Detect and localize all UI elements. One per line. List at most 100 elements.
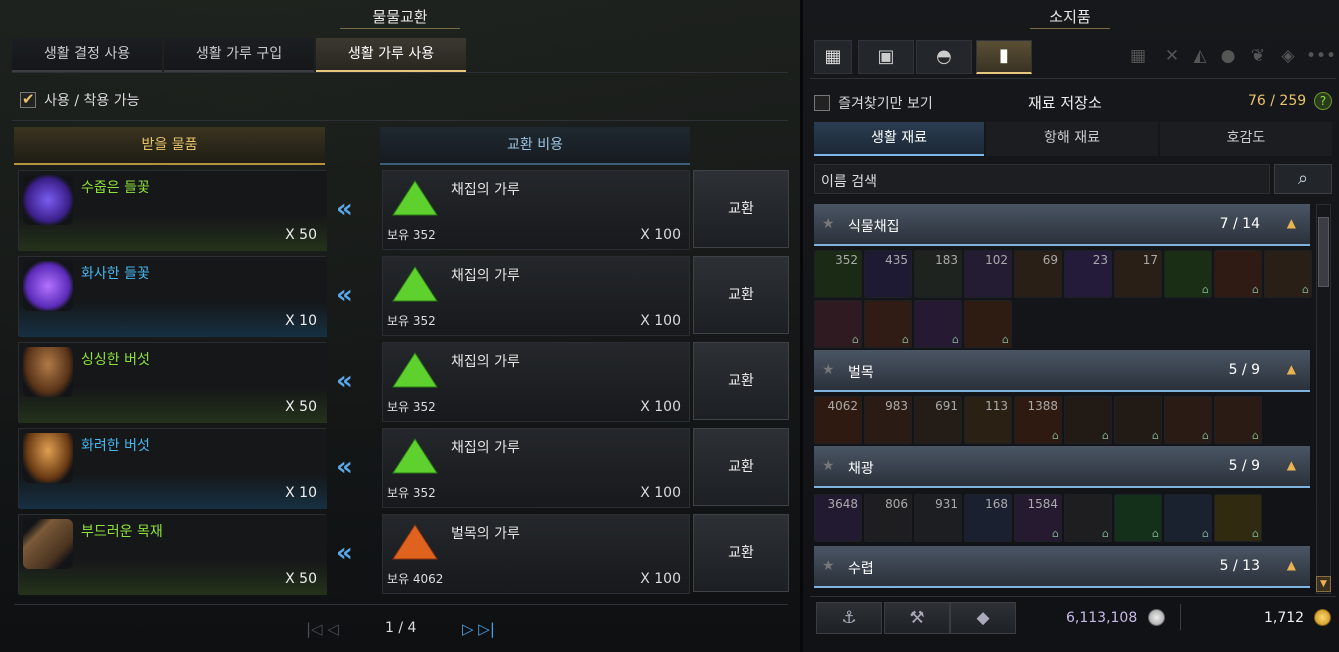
- material-slot[interactable]: 17: [1114, 250, 1162, 298]
- material-slot[interactable]: ⌂: [1064, 396, 1112, 444]
- material-slot[interactable]: ⌂: [864, 300, 912, 348]
- item-qty: X 10: [285, 313, 317, 329]
- scrollbar-thumb[interactable]: [1318, 217, 1329, 287]
- material-slot[interactable]: ⌂: [1214, 396, 1262, 444]
- gem-icon[interactable]: ◆: [950, 602, 1016, 634]
- material-slot[interactable]: ⌂: [1214, 250, 1262, 298]
- tab-crystal-use[interactable]: 생활 결정 사용: [12, 38, 162, 72]
- material-slot[interactable]: ⌂: [1214, 494, 1262, 542]
- material-slot[interactable]: 691: [914, 396, 962, 444]
- tab-sailing-materials[interactable]: 항해 재료: [986, 122, 1158, 156]
- material-slot[interactable]: 102: [964, 250, 1012, 298]
- material-slot[interactable]: 69: [1014, 250, 1062, 298]
- silver-coin-icon: [1148, 609, 1165, 626]
- material-slot[interactable]: ⌂: [964, 300, 1012, 348]
- weapon-filter-icon[interactable]: ✕: [1162, 46, 1182, 66]
- bag-tab[interactable]: ▣: [858, 40, 914, 74]
- exchange-button[interactable]: 교환: [693, 170, 789, 248]
- exchange-cost-header: 교환 비용: [380, 127, 690, 165]
- cost-name: 채집의 가루: [451, 440, 520, 456]
- material-book-tab[interactable]: ▮: [976, 40, 1032, 74]
- collapse-icon[interactable]: ▲: [1287, 458, 1296, 472]
- receive-item[interactable]: 수줍은 들꽃 X 50: [18, 170, 327, 251]
- material-slot[interactable]: 168: [964, 494, 1012, 542]
- exchange-arrow-icon: «: [336, 194, 353, 224]
- exchange-arrow-icon: «: [336, 452, 353, 482]
- tab-powder-buy[interactable]: 생활 가루 구입: [164, 38, 314, 72]
- grid-view-tab[interactable]: ▦: [814, 40, 852, 74]
- scrollbar[interactable]: [1316, 204, 1331, 594]
- help-icon[interactable]: ?: [1314, 92, 1332, 110]
- gear-tab[interactable]: ◓: [916, 40, 972, 74]
- collapse-icon[interactable]: ▲: [1287, 362, 1296, 376]
- grid-filter-icon[interactable]: ▦: [1128, 46, 1148, 66]
- material-slot[interactable]: 806: [864, 494, 912, 542]
- material-slot[interactable]: ⌂: [914, 300, 962, 348]
- armor-filter-icon[interactable]: ◭: [1190, 46, 1210, 66]
- category-plant-gathering[interactable]: ★ 식물채집 7 / 14 ▲: [814, 204, 1310, 246]
- material-slot[interactable]: 3648: [814, 494, 862, 542]
- search-input[interactable]: 이름 검색: [814, 164, 1270, 194]
- category-logging[interactable]: ★ 벌목 5 / 9 ▲: [814, 350, 1310, 392]
- favorites-filter[interactable]: 즐겨찾기만 보기: [814, 93, 933, 113]
- last-page-icon[interactable]: ▷ ▷|: [462, 620, 495, 638]
- material-slot[interactable]: 435: [864, 250, 912, 298]
- receive-item[interactable]: 화려한 버섯 X 10: [18, 428, 327, 509]
- receive-item[interactable]: 싱싱한 버섯 X 50: [18, 342, 327, 423]
- star-icon[interactable]: ★: [822, 458, 835, 474]
- first-page-icon[interactable]: |◁ ◁: [306, 620, 339, 638]
- exchange-row: 수줍은 들꽃 X 50 « 채집의 가루 보유 352 X 100 교환: [18, 170, 790, 251]
- category-mining[interactable]: ★ 채광 5 / 9 ▲: [814, 446, 1310, 488]
- material-slot[interactable]: 983: [864, 396, 912, 444]
- more-icon[interactable]: •••: [1306, 46, 1336, 66]
- material-slot[interactable]: ⌂: [1264, 250, 1312, 298]
- category-name: 벌목: [848, 365, 874, 381]
- exchange-button[interactable]: 교환: [693, 342, 789, 420]
- exchange-button[interactable]: 교환: [693, 428, 789, 506]
- collapse-icon[interactable]: ▲: [1287, 216, 1296, 230]
- trident-icon[interactable]: ⚓: [816, 602, 882, 634]
- usable-checkbox[interactable]: [20, 90, 36, 108]
- material-slot[interactable]: 183: [914, 250, 962, 298]
- star-icon[interactable]: ★: [822, 558, 835, 574]
- exchange-button[interactable]: 교환: [693, 514, 789, 592]
- cards-filter-icon[interactable]: ◈: [1278, 46, 1298, 66]
- category-count: 5 / 13: [1219, 558, 1260, 574]
- exchange-row: 싱싱한 버섯 X 50 « 채집의 가루 보유 352 X 100 교환: [18, 342, 790, 423]
- tab-affinity[interactable]: 호감도: [1160, 122, 1332, 156]
- cost-name: 벌목의 가루: [451, 526, 520, 542]
- material-slot[interactable]: 1388 ⌂: [1014, 396, 1062, 444]
- material-slot[interactable]: ⌂: [814, 300, 862, 348]
- usable-filter[interactable]: 사용 / 착용 가능: [20, 90, 140, 110]
- exchange-button[interactable]: 교환: [693, 256, 789, 334]
- tab-powder-use[interactable]: 생활 가루 사용: [316, 38, 466, 72]
- exchange-row: 화려한 버섯 X 10 « 채집의 가루 보유 352 X 100 교환: [18, 428, 790, 509]
- star-icon[interactable]: ★: [822, 362, 835, 378]
- material-slot[interactable]: ⌂: [1114, 396, 1162, 444]
- material-slot[interactable]: ⌂: [1164, 396, 1212, 444]
- material-slot[interactable]: 23: [1064, 250, 1112, 298]
- category-hunting[interactable]: ★ 수렵 5 / 13 ▲: [814, 546, 1310, 588]
- material-slot[interactable]: 113: [964, 396, 1012, 444]
- search-icon[interactable]: ⌕: [1274, 164, 1332, 194]
- collapse-icon[interactable]: ▲: [1287, 558, 1296, 572]
- receive-item[interactable]: 화사한 들꽃 X 10: [18, 256, 327, 337]
- material-slot[interactable]: ⌂: [1114, 494, 1162, 542]
- tab-life-materials[interactable]: 생활 재료: [814, 122, 984, 156]
- favorites-checkbox[interactable]: [814, 95, 830, 111]
- material-slot[interactable]: 352: [814, 250, 862, 298]
- material-slot[interactable]: ⌂: [1164, 494, 1212, 542]
- potion-filter-icon[interactable]: ●: [1218, 46, 1238, 66]
- material-slot[interactable]: 4062: [814, 396, 862, 444]
- material-slot[interactable]: 931: [914, 494, 962, 542]
- scroll-down-icon[interactable]: ▼: [1316, 576, 1331, 592]
- repair-hammer-icon[interactable]: ⚒: [884, 602, 950, 634]
- leaf-filter-icon[interactable]: ❦: [1248, 46, 1268, 66]
- receive-item[interactable]: 부드러운 목재 X 50: [18, 514, 327, 595]
- cost-name: 채집의 가루: [451, 182, 520, 198]
- material-slot[interactable]: 1584 ⌂: [1014, 494, 1062, 542]
- star-icon[interactable]: ★: [822, 216, 835, 232]
- material-slot[interactable]: ⌂: [1164, 250, 1212, 298]
- material-slot[interactable]: ⌂: [1064, 494, 1112, 542]
- inventory-title: 소지품: [1049, 8, 1091, 26]
